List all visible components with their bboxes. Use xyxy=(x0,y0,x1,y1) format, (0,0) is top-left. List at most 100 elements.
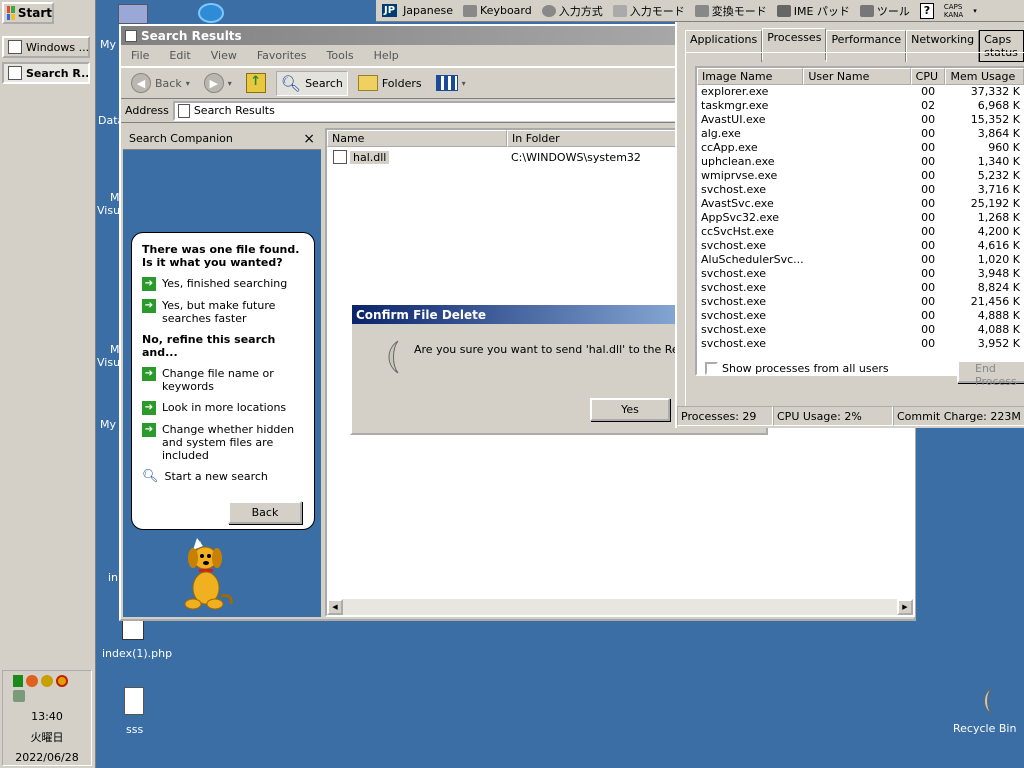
tools-button[interactable]: ツール xyxy=(859,3,910,19)
option-more-locations[interactable]: ➔ Look in more locations xyxy=(142,401,306,415)
input-mode-icon xyxy=(612,4,627,17)
views-button[interactable]: ▾ xyxy=(432,73,470,93)
menu-help[interactable]: Help xyxy=(374,49,399,62)
checkbox-icon xyxy=(705,362,718,375)
process-row[interactable]: svchost.exe 00 3,952 K xyxy=(697,337,1024,351)
help-button[interactable]: ? xyxy=(919,2,934,19)
langbar-options-icon[interactable]: ▾ xyxy=(973,7,977,15)
process-row[interactable]: AppSvc32.exe 00 1,268 K xyxy=(697,211,1024,225)
process-cpu: 00 xyxy=(921,337,936,350)
process-user xyxy=(803,211,910,225)
desktop-folder-icon[interactable] xyxy=(118,4,148,24)
process-row[interactable]: svchost.exe 00 3,948 K xyxy=(697,267,1024,281)
keyboard-selector[interactable]: Keyboard xyxy=(463,4,532,17)
menu-favorites[interactable]: Favorites xyxy=(257,49,307,62)
process-row[interactable]: wmiprvse.exe 00 5,232 K xyxy=(697,169,1024,183)
input-method-button[interactable]: 入力方式 xyxy=(541,3,603,19)
process-row[interactable]: AluSchedulerSvc.... 00 1,020 K xyxy=(697,253,1024,267)
process-row[interactable]: AvastUI.exe 00 15,352 K xyxy=(697,113,1024,127)
process-row[interactable]: ccSvcHst.exe 00 4,200 K xyxy=(697,225,1024,239)
desktop-ie-icon[interactable] xyxy=(198,3,224,23)
option-change-name[interactable]: ➔ Change file name or keywords xyxy=(142,367,306,393)
horizontal-scrollbar[interactable]: ◀ ▶ xyxy=(327,599,913,615)
convert-mode-button[interactable]: 変換モード xyxy=(694,3,767,19)
network-icon[interactable] xyxy=(13,675,23,687)
process-name: wmiprvse.exe xyxy=(701,169,778,182)
search-button[interactable]: 🔍︎ Search xyxy=(275,70,348,96)
process-cpu: 00 xyxy=(921,197,936,210)
menu-edit[interactable]: Edit xyxy=(169,49,190,62)
dialog-message: Are you sure you want to send 'hal.dll' … xyxy=(414,343,708,356)
option-finished[interactable]: ➔ Yes, finished searching xyxy=(142,277,306,291)
desktop-label[interactable]: My xyxy=(100,38,116,51)
desktop-label[interactable]: My xyxy=(100,418,116,431)
process-cpu: 00 xyxy=(921,323,936,336)
back-button[interactable]: ◀ Back ▾ xyxy=(127,71,194,95)
process-cpu: 00 xyxy=(921,281,936,294)
process-cpu: 00 xyxy=(921,211,936,224)
process-row[interactable]: svchost.exe 00 4,888 K xyxy=(697,309,1024,323)
php-file-icon[interactable] xyxy=(122,620,144,640)
menu-view[interactable]: View xyxy=(211,49,237,62)
column-mem-usage[interactable]: Mem Usage xyxy=(945,68,1024,85)
process-cpu: 00 xyxy=(921,225,936,238)
process-row[interactable]: svchost.exe 00 4,088 K xyxy=(697,323,1024,337)
companion-back-button[interactable]: Back xyxy=(228,501,302,524)
ime-pad-button[interactable]: IME パッド xyxy=(776,3,850,19)
tray-util-icon[interactable] xyxy=(13,690,25,702)
menu-file[interactable]: File xyxy=(131,49,149,62)
search-dog-icon[interactable] xyxy=(171,538,241,612)
process-row[interactable]: taskmgr.exe 02 6,968 K xyxy=(697,99,1024,113)
column-user-name[interactable]: User Name xyxy=(803,68,911,85)
text-file-icon[interactable] xyxy=(124,687,144,715)
option-new-search[interactable]: 🔍︎ Start a new search xyxy=(142,470,306,483)
process-cpu: 00 xyxy=(921,267,936,280)
start-button[interactable]: Start xyxy=(2,2,54,24)
process-row[interactable]: svchost.exe 00 21,456 K xyxy=(697,295,1024,309)
yes-button[interactable]: Yes xyxy=(590,398,670,421)
desktop-label-sss[interactable]: sss xyxy=(126,723,143,736)
desktop-label[interactable]: in xyxy=(108,571,118,584)
column-cpu[interactable]: CPU xyxy=(910,68,946,85)
column-name[interactable]: Name xyxy=(327,130,507,147)
folders-button[interactable]: Folders xyxy=(354,73,426,93)
scroll-right-icon[interactable]: ▶ xyxy=(897,599,913,615)
forward-button[interactable]: ▶ ▾ xyxy=(200,71,236,95)
scroll-left-icon[interactable]: ◀ xyxy=(327,599,343,615)
desktop-label-index-php[interactable]: index(1).php xyxy=(102,647,172,660)
close-icon[interactable]: × xyxy=(303,131,315,147)
show-all-label: Show processes from all users xyxy=(722,362,889,375)
process-row[interactable]: ccApp.exe 00 960 K xyxy=(697,141,1024,155)
option-faster[interactable]: ➔ Yes, but make future searches faster xyxy=(142,299,306,325)
option-hidden-files[interactable]: ➔ Change whether hidden and system files … xyxy=(142,423,306,462)
process-row[interactable]: AvastSvc.exe 00 25,192 K xyxy=(697,197,1024,211)
process-name: svchost.exe xyxy=(701,239,767,252)
process-row[interactable]: svchost.exe 00 8,824 K xyxy=(697,281,1024,295)
end-process-button[interactable]: End Process xyxy=(957,360,1024,388)
process-user xyxy=(803,99,910,113)
language-selector[interactable]: JP Japanese xyxy=(382,4,453,17)
process-row[interactable]: svchost.exe 00 3,716 K xyxy=(697,183,1024,197)
process-user xyxy=(803,323,910,337)
taskbar-button-search-results[interactable]: Search R... xyxy=(2,62,90,84)
show-all-processes-checkbox[interactable]: Show processes from all users xyxy=(705,362,889,375)
up-folder-button[interactable]: ↑ xyxy=(242,71,270,95)
process-row[interactable]: svchost.exe 00 4,616 K xyxy=(697,239,1024,253)
process-cpu: 00 xyxy=(921,113,936,126)
magnifier-icon: 🔍︎ xyxy=(142,469,159,484)
clock-time[interactable]: 13:40 xyxy=(3,710,91,723)
bug-icon[interactable] xyxy=(41,675,53,687)
norton-icon[interactable] xyxy=(56,675,68,687)
avast-icon[interactable] xyxy=(26,675,38,687)
process-row[interactable]: uphclean.exe 00 1,340 K xyxy=(697,155,1024,169)
recycle-bin-icon[interactable] xyxy=(978,686,1002,716)
caps-kana-indicator[interactable]: CAPS KANA xyxy=(944,3,963,19)
input-mode-button[interactable]: 入力モード xyxy=(612,3,685,19)
column-image-name[interactable]: Image Name xyxy=(697,68,804,85)
desktop-label-recycle-bin[interactable]: Recycle Bin xyxy=(953,722,1016,735)
taskbar-button-windows[interactable]: Windows ... xyxy=(2,36,90,58)
menu-tools[interactable]: Tools xyxy=(327,49,354,62)
process-cpu: 02 xyxy=(921,99,936,112)
process-row[interactable]: alg.exe 00 3,864 K xyxy=(697,127,1024,141)
process-row[interactable]: explorer.exe 00 37,332 K xyxy=(697,85,1024,99)
